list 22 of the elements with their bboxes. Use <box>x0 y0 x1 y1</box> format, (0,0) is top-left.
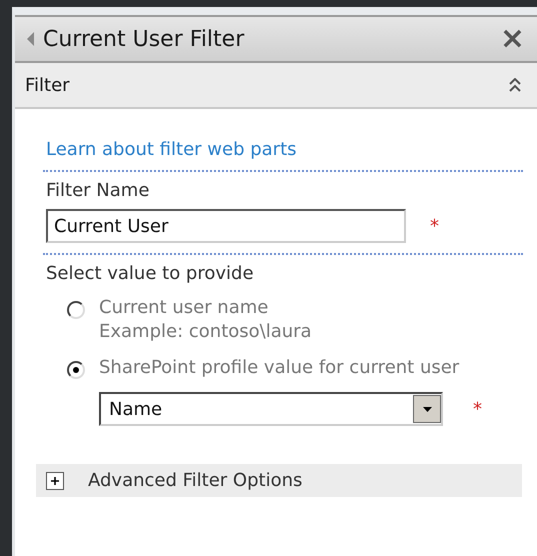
double-chevron-up-icon[interactable] <box>509 78 521 92</box>
radio-button[interactable] <box>67 301 85 319</box>
field-label: Filter Name <box>46 180 150 201</box>
dropdown-arrow-icon <box>422 406 432 412</box>
section-title: Filter <box>25 74 70 96</box>
filter-name-field[interactable]: Current User <box>46 209 406 243</box>
section-header[interactable]: Filter <box>15 63 537 109</box>
panel-title: Current User Filter <box>43 26 246 52</box>
option-label: Current user name <box>99 296 270 320</box>
option-example: Example: contoso\laura <box>99 320 312 344</box>
option-label: SharePoint profile value for current user <box>99 356 460 380</box>
field-label: Select value to provide <box>46 263 255 284</box>
required-mark: * <box>473 398 482 420</box>
collapse-arrow-icon[interactable] <box>27 32 35 46</box>
radio-button[interactable] <box>67 361 85 379</box>
profile-dropdown[interactable]: Name <box>99 392 443 426</box>
plus-icon[interactable] <box>46 472 64 490</box>
required-mark: * <box>430 216 439 236</box>
help-link[interactable]: Learn about filter web parts <box>46 139 297 160</box>
close-button[interactable]: × <box>496 24 529 54</box>
advanced-options-label: Advanced Filter Options <box>88 470 302 491</box>
advanced-options-header[interactable]: Advanced Filter Options <box>36 464 522 497</box>
